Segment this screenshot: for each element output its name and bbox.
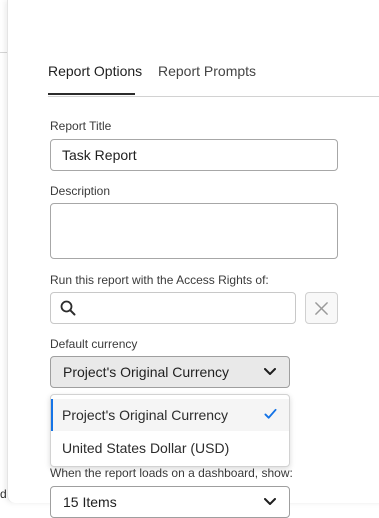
tab-report-prompts[interactable]: Report Prompts: [158, 63, 256, 79]
dashboard-items-label: When the report loads on a dashboard, sh…: [50, 466, 293, 480]
tab-bar: Report Options Report Prompts: [48, 56, 379, 97]
currency-option-label: United States Dollar (USD): [62, 440, 230, 456]
selected-indicator: [51, 399, 53, 431]
chevron-down-icon: [264, 498, 276, 505]
default-currency-select[interactable]: Project's Original Currency: [50, 356, 290, 388]
default-currency-value: Project's Original Currency: [63, 364, 230, 380]
clear-access-rights-button[interactable]: [305, 292, 338, 324]
currency-option-label: Project's Original Currency: [62, 407, 229, 423]
chevron-down-icon: [264, 368, 276, 375]
currency-dropdown-menu: Project's Original Currency United State…: [50, 394, 290, 467]
close-icon: [315, 302, 328, 315]
active-tab-indicator: [48, 93, 135, 95]
description-textarea[interactable]: [50, 203, 338, 259]
dashboard-items-value: 15 Items: [63, 494, 117, 510]
dashboard-items-select[interactable]: 15 Items: [50, 486, 290, 518]
access-rights-label: Run this report with the Access Rights o…: [50, 273, 269, 287]
currency-option-original[interactable]: Project's Original Currency: [51, 399, 289, 431]
description-label: Description: [50, 184, 111, 198]
access-rights-input[interactable]: [85, 293, 289, 325]
currency-option-usd[interactable]: United States Dollar (USD): [51, 432, 289, 464]
access-rights-search[interactable]: [50, 292, 296, 325]
checkmark-icon: [264, 408, 277, 419]
default-currency-label: Default currency: [50, 337, 138, 351]
search-icon: [60, 300, 76, 316]
background-text-fragment: d: [0, 487, 7, 501]
report-title-input[interactable]: [50, 139, 338, 171]
report-settings-panel: Report Options Report Prompts Report Tit…: [7, 0, 379, 518]
report-title-label: Report Title: [50, 119, 112, 133]
tab-report-options[interactable]: Report Options: [48, 63, 142, 79]
